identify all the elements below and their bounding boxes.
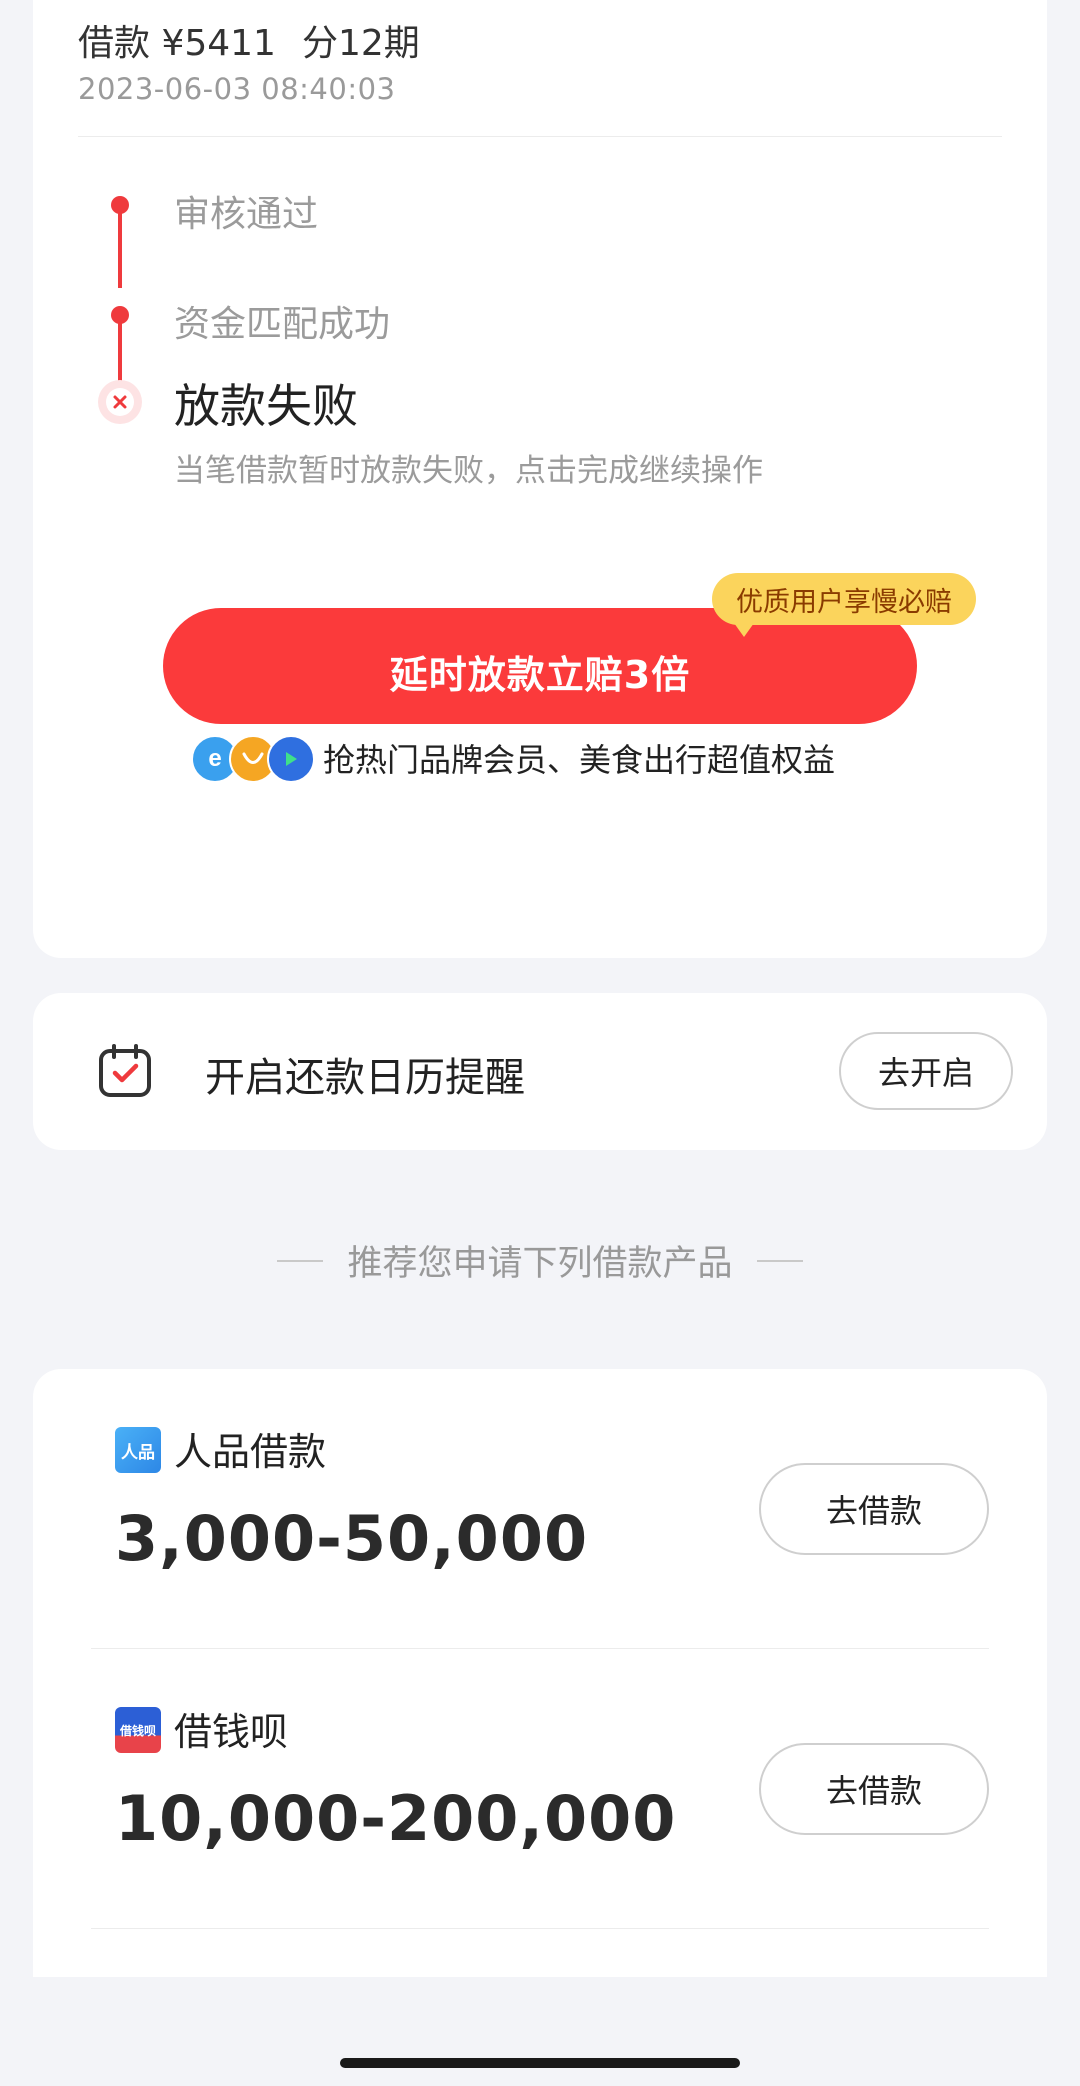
jieqianbei-logo-text: 借钱呗 xyxy=(119,1723,156,1738)
divider xyxy=(78,136,1002,137)
enable-reminder-button[interactable]: 去开启 xyxy=(839,1032,1013,1110)
benefit-row[interactable]: e 抢热门品牌会员、美食出行超值权益 xyxy=(191,735,836,783)
product-name: 人品借款 xyxy=(174,1430,327,1474)
timeline-line xyxy=(118,208,122,288)
loan-status-card: 借款 ¥5411 分12期 2023-06-03 08:40:03 审核通过 资金… xyxy=(33,0,1047,958)
header-line-right xyxy=(756,1259,803,1262)
home-indicator[interactable] xyxy=(340,2058,740,2068)
recommended-products-card: 人品 人品借款 3,000-50,000 去借款 借钱呗 借钱呗 10,000-… xyxy=(33,1369,1047,1977)
promo-badge: 优质用户享慢必赔 xyxy=(712,573,976,637)
product-name: 借钱呗 xyxy=(174,1710,289,1754)
product-amount-range: 3,000-50,000 xyxy=(115,1502,589,1575)
divider xyxy=(91,1928,989,1929)
loan-title: 借款 ¥5411 分12期 xyxy=(78,14,420,66)
loan-amount: 借款 ¥5411 xyxy=(78,23,276,64)
video-play-icon xyxy=(267,735,315,783)
recommend-header: 推荐您申请下列借款产品 xyxy=(0,1235,1080,1286)
benefit-text: 抢热门品牌会员、美食出行超值权益 xyxy=(323,741,836,779)
header-line-left xyxy=(277,1259,324,1262)
loan-term: 分12期 xyxy=(301,23,420,64)
loan-timestamp: 2023-06-03 08:40:03 xyxy=(78,72,396,106)
timeline-step-approved: 审核通过 xyxy=(174,194,319,235)
failure-description: 当笔借款暂时放款失败，点击完成继续操作 xyxy=(174,453,763,489)
calendar-icon xyxy=(97,1043,153,1103)
recommend-header-text: 推荐您申请下列借款产品 xyxy=(347,1244,733,1284)
renpin-logo-text: 人品 xyxy=(121,1442,155,1463)
reminder-text: 开启还款日历提醒 xyxy=(205,1055,525,1101)
product-item[interactable]: 人品 人品借款 3,000-50,000 去借款 xyxy=(33,1369,1047,1649)
timeline-step-disbursement-failed: 放款失败 xyxy=(174,379,358,433)
timeline-dot-passed xyxy=(111,196,129,214)
timeline-dot-passed xyxy=(111,306,129,324)
borrow-button[interactable]: 去借款 xyxy=(759,1743,989,1835)
repayment-reminder-card: 开启还款日历提醒 去开启 xyxy=(33,993,1047,1150)
delay-compensation-button[interactable]: 延时放款立赔3倍 xyxy=(163,608,917,724)
timeline-step-funds-matched: 资金匹配成功 xyxy=(174,304,391,345)
renpin-logo-icon: 人品 xyxy=(115,1427,161,1473)
product-item[interactable]: 借钱呗 借钱呗 10,000-200,000 去借款 xyxy=(33,1649,1047,1929)
benefit-icons: e xyxy=(191,735,315,783)
timeline-line xyxy=(118,318,122,388)
product-amount-range: 10,000-200,000 xyxy=(115,1782,677,1855)
borrow-button[interactable]: 去借款 xyxy=(759,1463,989,1555)
fail-icon xyxy=(98,380,142,424)
jieqianbei-logo-icon: 借钱呗 xyxy=(115,1707,161,1753)
